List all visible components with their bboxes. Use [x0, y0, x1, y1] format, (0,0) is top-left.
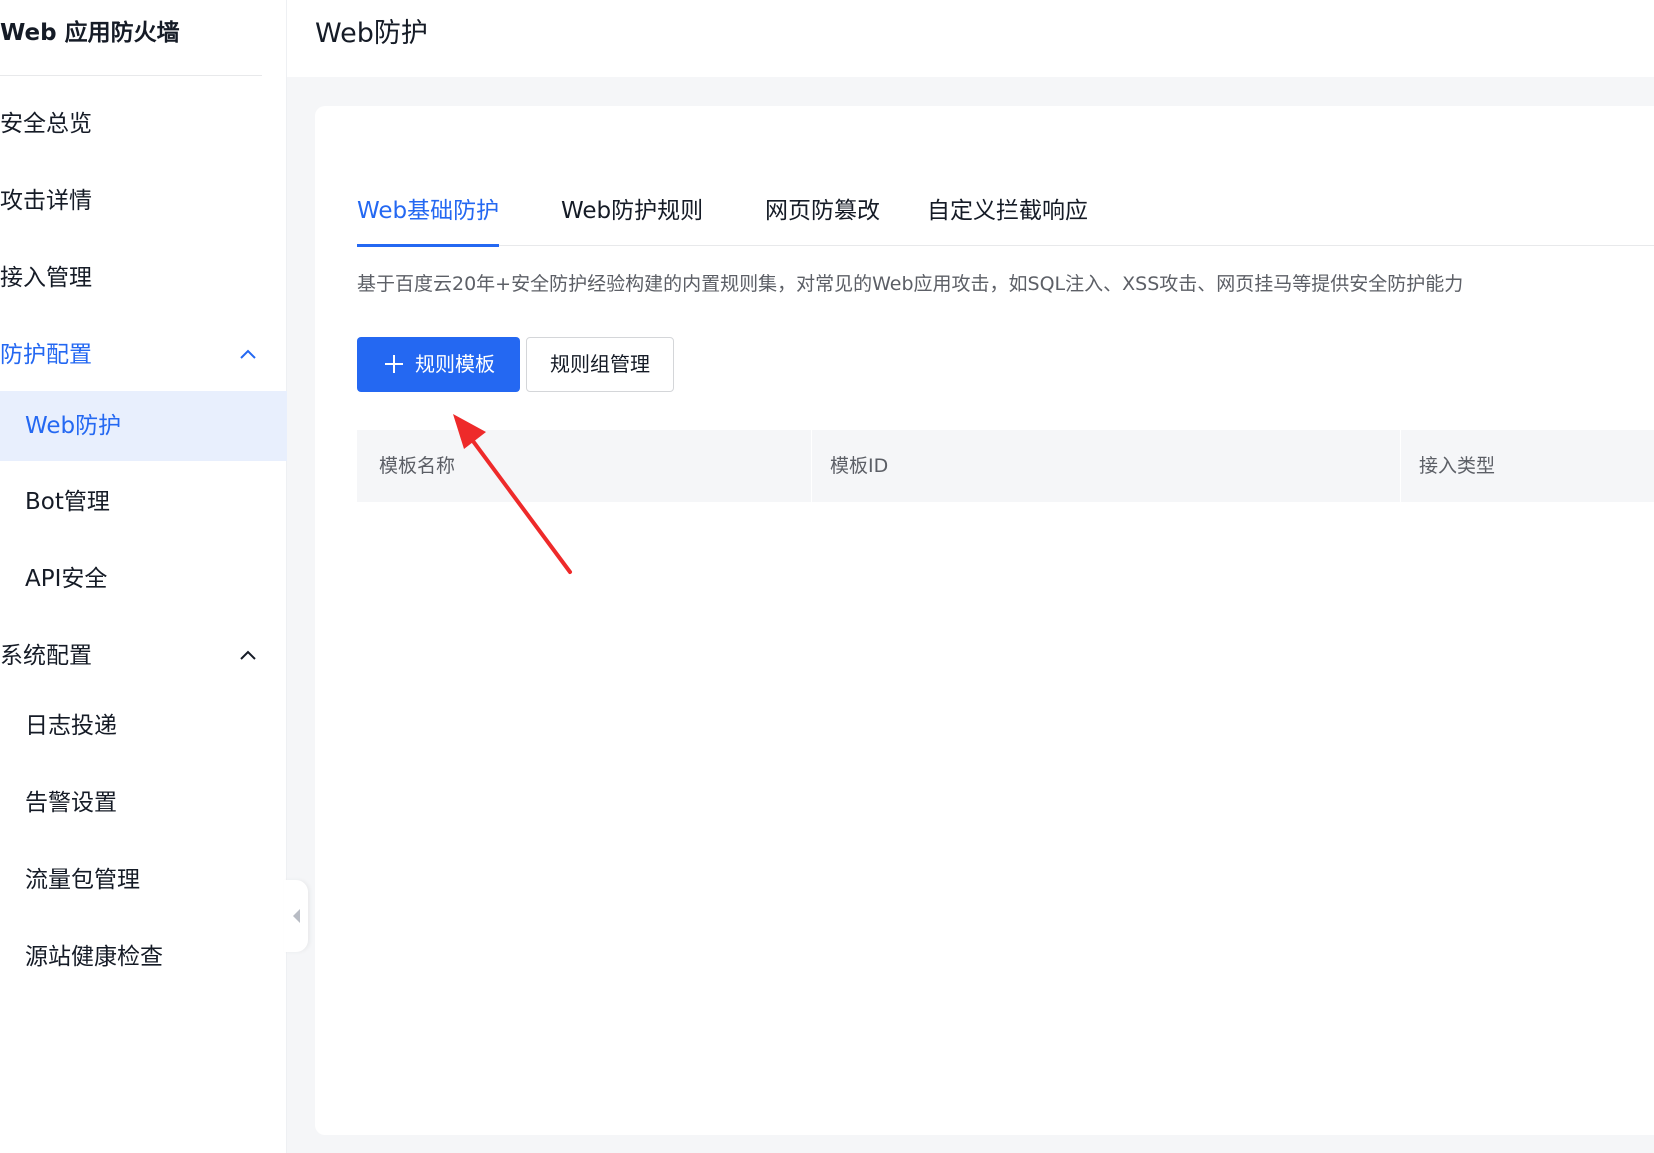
tab-web-basic-protection[interactable]: Web基础防护 — [357, 186, 500, 247]
product-title: Web 应用防火墙 — [0, 0, 262, 76]
sidebar-item-api-security[interactable]: API安全 — [0, 544, 287, 614]
tab-web-protection-rules[interactable]: Web防护规则 — [561, 186, 703, 246]
tab-bar: Web基础防护 Web防护规则 网页防篡改 自定义拦截响应 — [357, 186, 1654, 247]
column-header-template-id: 模板ID — [830, 455, 889, 477]
sidebar-item-origin-health-check[interactable]: 源站健康检查 — [0, 922, 287, 992]
page-header: Web防护 — [287, 0, 1654, 77]
caret-left-icon — [293, 909, 300, 923]
sidebar-item-attack-details[interactable]: 攻击详情 — [0, 166, 287, 236]
sidebar-item-access-management[interactable]: 接入管理 — [0, 243, 287, 313]
sidebar-item-log-delivery[interactable]: 日志投递 — [0, 691, 287, 761]
plus-icon — [385, 355, 403, 373]
column-header-access-type: 接入类型 — [1419, 455, 1496, 477]
rule-group-management-button[interactable]: 规则组管理 — [526, 337, 674, 392]
sidebar-group-protection-config[interactable]: 防护配置 — [0, 320, 287, 390]
page-title: Web防护 — [315, 18, 428, 49]
chevron-up-icon — [240, 650, 256, 660]
column-divider — [811, 430, 812, 502]
app-root: Web 应用防火墙 安全总览 攻击详情 接入管理 防护配置 Web防护 Bot管… — [0, 0, 1654, 1153]
add-rule-template-label: 规则模板 — [415, 352, 495, 376]
add-rule-template-button[interactable]: 规则模板 — [357, 337, 520, 392]
sidebar-item-traffic-package[interactable]: 流量包管理 — [0, 845, 287, 915]
tab-custom-block-response[interactable]: 自定义拦截响应 — [927, 186, 1088, 246]
tab-anti-tamper[interactable]: 网页防篡改 — [765, 186, 880, 246]
tab-description: 基于百度云20年+安全防护经验构建的内置规则集，对常见的Web应用攻击，如SQL… — [357, 273, 1464, 295]
sidebar-group-label: 防护配置 — [0, 342, 92, 368]
content-card: Web基础防护 Web防护规则 网页防篡改 自定义拦截响应 基于百度云20年+安… — [315, 106, 1654, 1135]
column-header-template-name: 模板名称 — [379, 455, 456, 477]
sidebar-item-bot-management[interactable]: Bot管理 — [0, 467, 287, 537]
sidebar-item-web-protection[interactable]: Web防护 — [0, 391, 287, 461]
sidebar: Web 应用防火墙 安全总览 攻击详情 接入管理 防护配置 Web防护 Bot管… — [0, 0, 287, 1153]
sidebar-item-overview[interactable]: 安全总览 — [0, 89, 287, 159]
column-divider — [1400, 430, 1401, 502]
sidebar-group-system-config[interactable]: 系统配置 — [0, 621, 287, 691]
sidebar-collapse-handle[interactable] — [284, 880, 308, 952]
sidebar-item-alert-settings[interactable]: 告警设置 — [0, 768, 287, 838]
sidebar-group-label: 系统配置 — [0, 643, 92, 669]
chevron-up-icon — [240, 349, 256, 359]
table-header: 模板名称 模板ID 接入类型 — [357, 430, 1654, 502]
